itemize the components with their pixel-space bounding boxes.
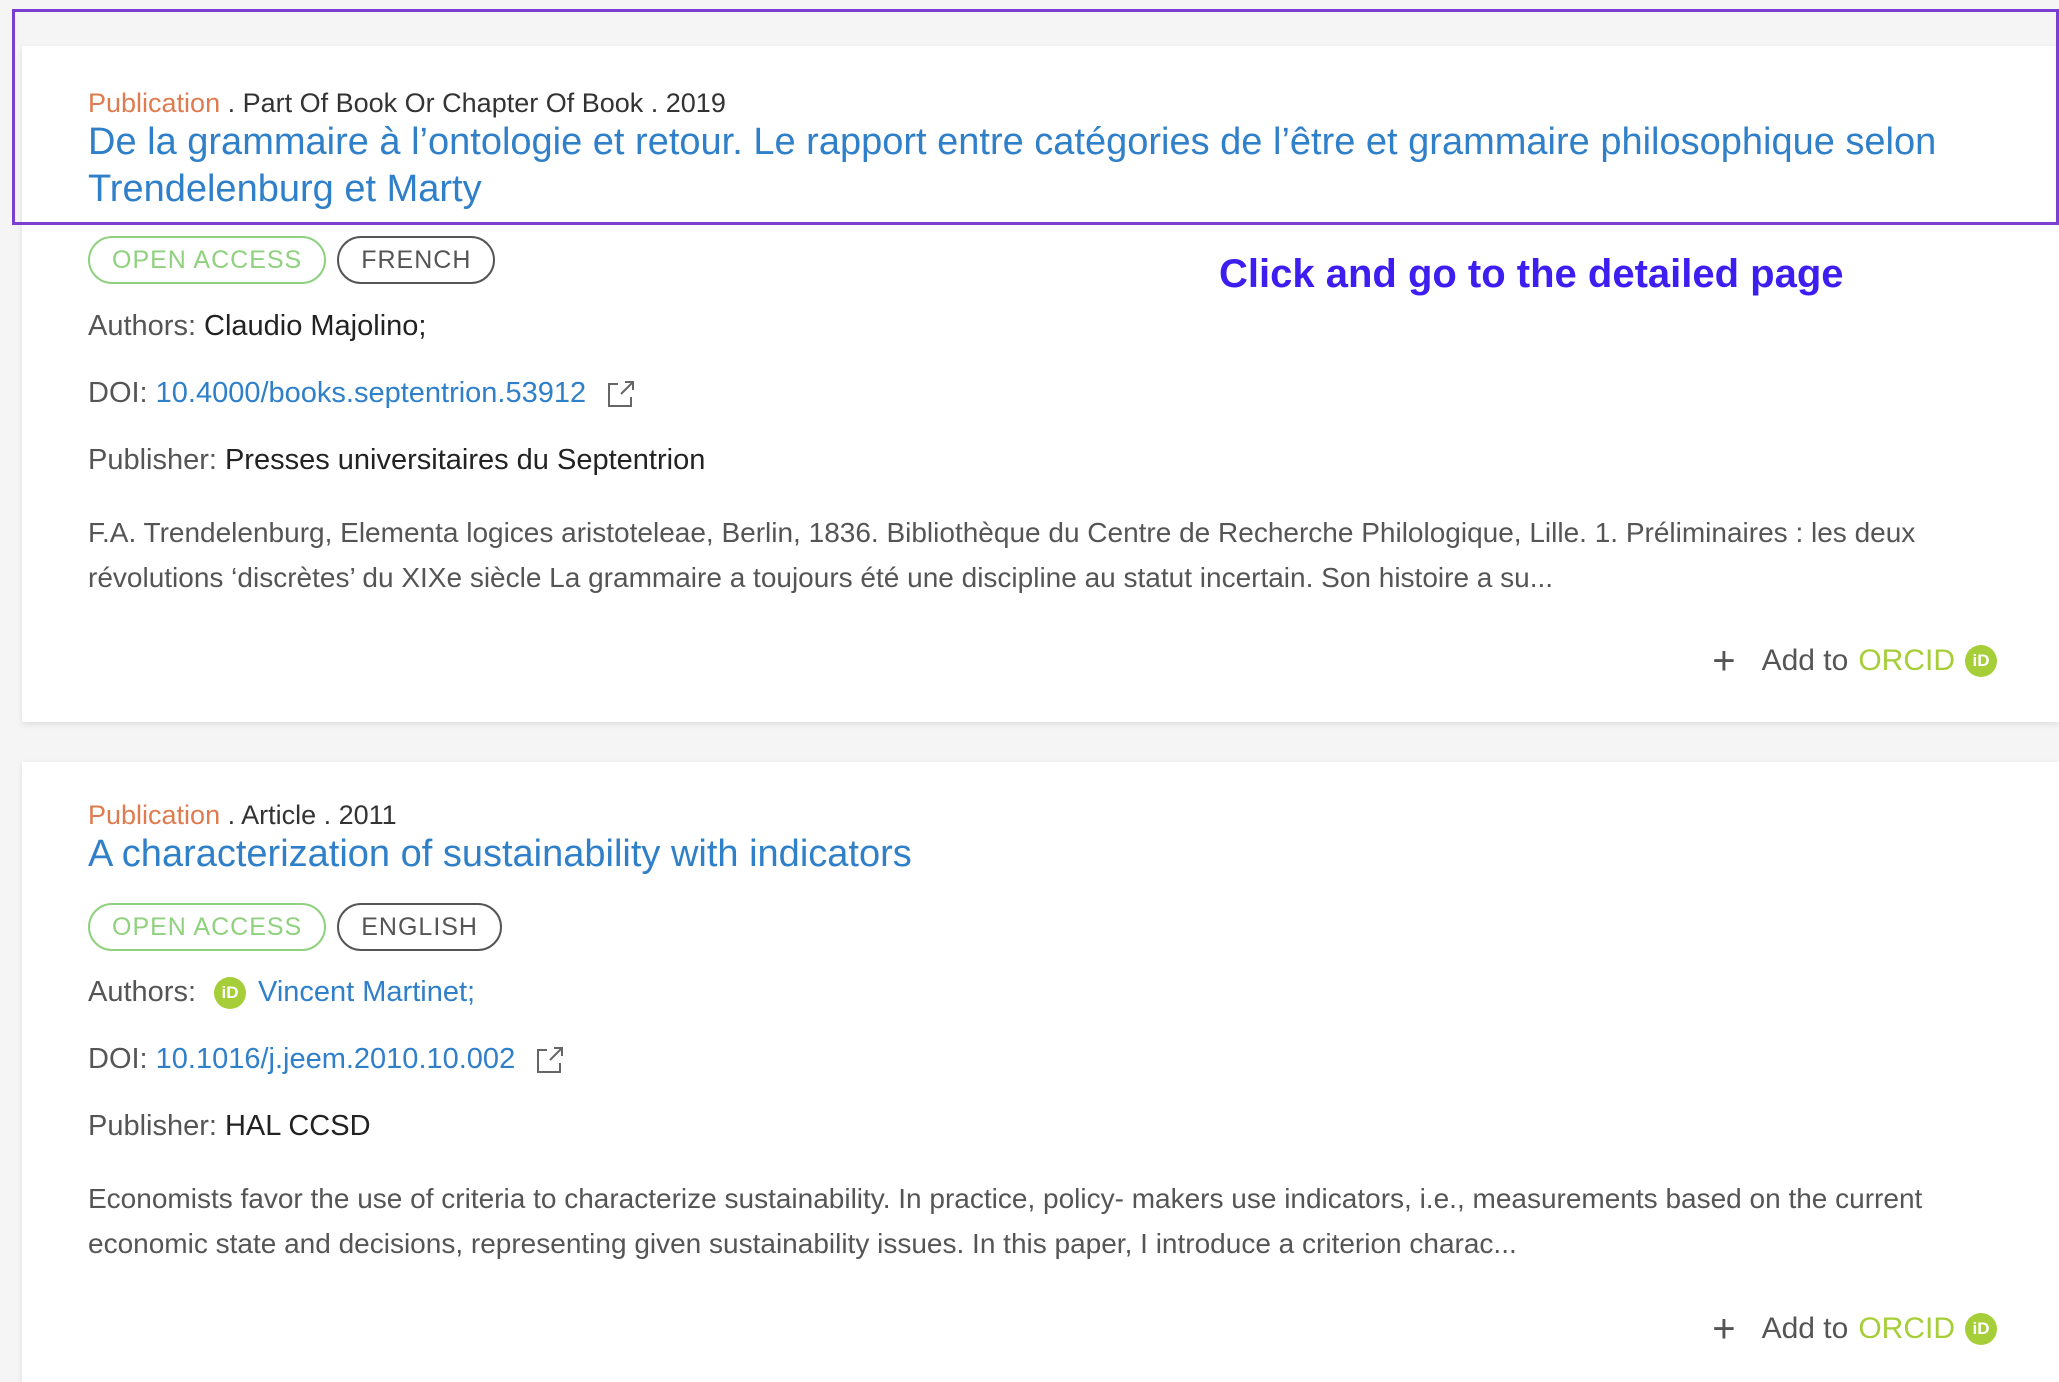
authors-label: Authors: (88, 976, 196, 1008)
orcid-label: ORCID (1858, 1312, 1955, 1345)
doi-label: DOI: (88, 377, 148, 409)
open-access-badge: OPEN ACCESS (88, 236, 327, 284)
plus-icon: + (1712, 639, 1736, 683)
annotation-text: Click and go to the detailed page (1219, 252, 1844, 296)
doi-label: DOI: (88, 1043, 148, 1075)
result-abstract: F.A. Trendelenburg, Elementa logices ari… (88, 517, 1916, 593)
authors-row: Authors: Claudio Majolino; (88, 310, 426, 343)
result-meta-details: . Part Of Book Or Chapter Of Book . 2019 (220, 88, 726, 118)
orcid-label: ORCID (1858, 644, 1955, 677)
authors-row: Authors: iD Vincent Martinet; (88, 976, 475, 1009)
authors-label: Authors: (88, 310, 196, 342)
doi-row: DOI: 10.1016/j.jeem.2010.10.002 (88, 1043, 565, 1076)
result-title-link[interactable]: A characterization of sustainability wit… (88, 831, 2018, 878)
open-access-badge: OPEN ACCESS (88, 903, 327, 951)
doi-link[interactable]: 10.4000/books.septentrion.53912 (156, 377, 587, 410)
result-type: Publication (88, 88, 221, 118)
publisher-row: Publisher: HAL CCSD (88, 1110, 371, 1143)
result-badges: OPEN ACCESS ENGLISH (88, 903, 502, 951)
external-link-icon[interactable] (606, 379, 636, 409)
add-label: Add to (1761, 644, 1849, 677)
orcid-icon: iD (1965, 645, 1997, 677)
publisher-label: Publisher: (88, 1110, 217, 1142)
author-name: Claudio Majolino; (204, 310, 427, 342)
result-title-link[interactable]: De la grammaire à l’ontologie et retour.… (88, 119, 2018, 213)
plus-icon: + (1712, 1307, 1736, 1351)
doi-row: DOI: 10.4000/books.septentrion.53912 (88, 377, 636, 410)
result-type: Publication (88, 800, 221, 830)
publisher-name: HAL CCSD (224, 1110, 371, 1142)
add-label: Add to (1761, 1312, 1849, 1345)
publisher-name: Presses universitaires du Septentrion (224, 444, 706, 476)
author-link[interactable]: Vincent Martinet; (258, 976, 475, 1009)
publisher-label: Publisher: (88, 444, 217, 476)
external-link-icon[interactable] (535, 1045, 565, 1075)
result-badges: OPEN ACCESS FRENCH (88, 236, 496, 284)
orcid-icon: iD (1965, 1313, 1997, 1345)
result-card: Publication . Part Of Book Or Chapter Of… (22, 46, 2059, 722)
orcid-icon: iD (214, 976, 246, 1009)
publisher-row: Publisher: Presses universitaires du Sep… (88, 444, 705, 477)
add-to-orcid-button[interactable]: + Add to ORCID iD (1712, 639, 1997, 683)
result-abstract: Economists favor the use of criteria to … (88, 1183, 1923, 1259)
result-card: Publication . Article . 2011 A character… (22, 762, 2059, 1382)
result-meta: Publication . Part Of Book Or Chapter Of… (88, 88, 726, 119)
language-badge: ENGLISH (337, 903, 502, 951)
doi-link[interactable]: 10.1016/j.jeem.2010.10.002 (156, 1043, 516, 1076)
result-meta: Publication . Article . 2011 (88, 800, 397, 831)
search-results-page: Publication . Part Of Book Or Chapter Of… (0, 0, 2059, 1382)
result-meta-details: . Article . 2011 (220, 800, 397, 830)
language-badge: FRENCH (337, 236, 496, 284)
add-to-orcid-button[interactable]: + Add to ORCID iD (1712, 1307, 1997, 1351)
